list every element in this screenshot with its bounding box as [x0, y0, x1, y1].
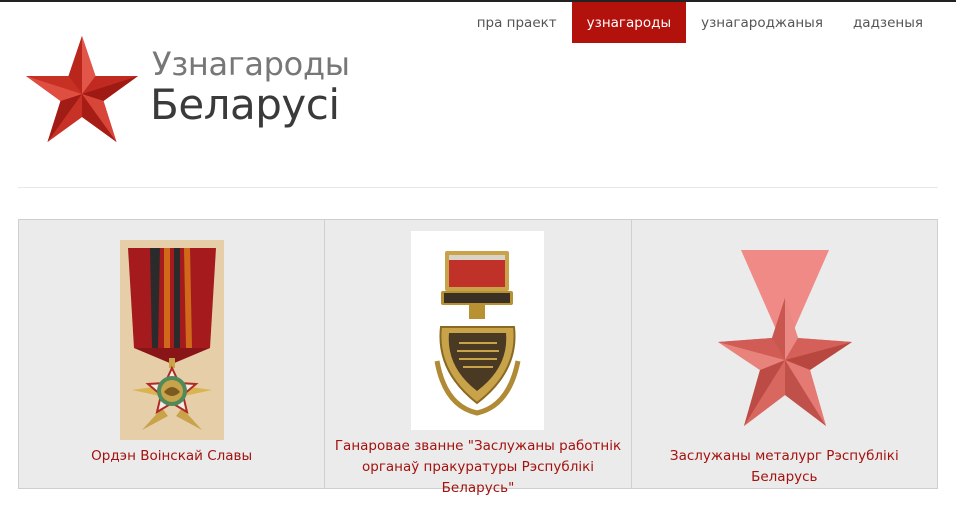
- award-card-honored-prosecutor[interactable]: Ганаровае званне "Заслужаны работнік орг…: [325, 220, 632, 496]
- award-title[interactable]: Ганаровае званне "Заслужаны работнік орг…: [331, 436, 624, 499]
- order-military-glory-image: [120, 240, 224, 440]
- award-title[interactable]: Заслужаны металург Рэспублікі Беларусь: [638, 446, 931, 488]
- award-title[interactable]: Ордэн Воінскай Славы: [25, 446, 318, 467]
- site-logo[interactable]: Узнагароды Беларусі: [24, 34, 364, 146]
- logo-title-line1: Узнагароды: [152, 45, 350, 83]
- award-card-military-glory[interactable]: Ордэн Воінскай Славы: [19, 220, 326, 488]
- red-star-icon: [26, 36, 138, 142]
- nav-item-recipients[interactable]: узнагароджаныя: [686, 2, 838, 43]
- placeholder-star-ribbon-image: [717, 250, 852, 426]
- nav-item-data[interactable]: дадзеныя: [838, 2, 938, 43]
- nav-item-awards[interactable]: узнагароды: [571, 2, 687, 43]
- award-card-honored-metallurgist[interactable]: Заслужаны металург Рэспублікі Беларусь: [632, 220, 937, 488]
- honored-prosecutor-badge-image: [411, 231, 545, 430]
- logo-title-line2: Беларусі: [150, 80, 340, 129]
- nav-item-about[interactable]: пра праект: [462, 2, 572, 43]
- awards-grid: Ордэн Воінскай Славы Ганаровае званне "З…: [18, 219, 938, 496]
- header-divider: [18, 187, 938, 188]
- main-nav: пра праект узнагароды узнагароджаныя дад…: [462, 2, 938, 43]
